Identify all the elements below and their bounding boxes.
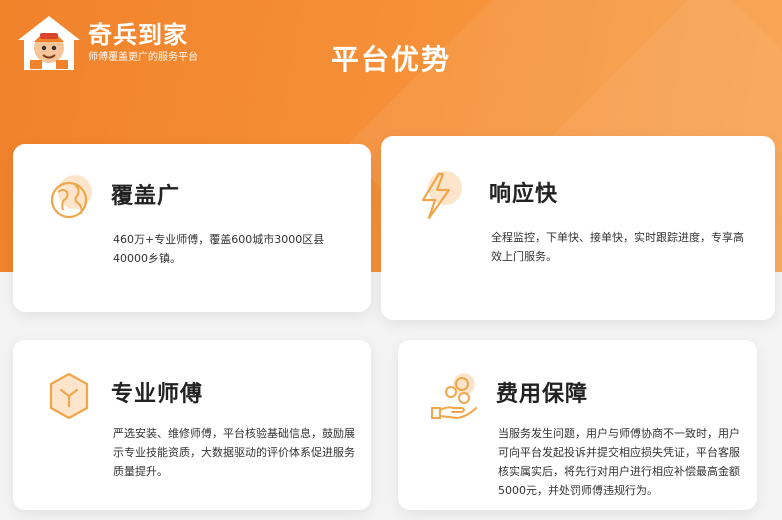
card-description: 严选安装、维修师傅，平台核验基础信息，鼓励展示专业技能资质，大数据驱动的评价体系… — [113, 427, 355, 478]
card-description: 当服务发生问题，用户与师傅协商不一致时，用户可向平台发起投诉并提交相应损失凭证，… — [498, 427, 740, 497]
card-description: 全程监控，下单快、接单快，实时跟踪进度，专享高效上门服务。 — [491, 231, 744, 263]
cube-icon — [39, 366, 99, 426]
feature-card-response: 响应快 全程监控，下单快、接单快，实时跟踪进度，专享高效上门服务。 — [381, 136, 775, 320]
card-title: 专业师傅 — [111, 382, 204, 407]
feature-card-coverage: 覆盖广 460万+专业师傅，覆盖600城市3000区县40000乡镇。 — [13, 144, 371, 312]
card-title: 响应快 — [489, 182, 559, 207]
coins-hand-icon — [424, 366, 484, 426]
feature-card-professional: 专业师傅 严选安装、维修师傅，平台核验基础信息，鼓励展示专业技能资质，大数据驱动… — [13, 340, 371, 510]
lightning-icon — [407, 166, 467, 226]
card-title: 费用保障 — [496, 382, 589, 407]
page-title: 平台优势 — [330, 43, 451, 76]
feature-card-guarantee: 费用保障 当服务发生问题，用户与师傅协商不一致时，用户可向平台发起投诉并提交相应… — [398, 340, 757, 510]
globe-icon — [39, 170, 99, 230]
card-title: 覆盖广 — [111, 184, 181, 209]
card-description: 460万+专业师傅，覆盖600城市3000区县40000乡镇。 — [113, 233, 325, 265]
